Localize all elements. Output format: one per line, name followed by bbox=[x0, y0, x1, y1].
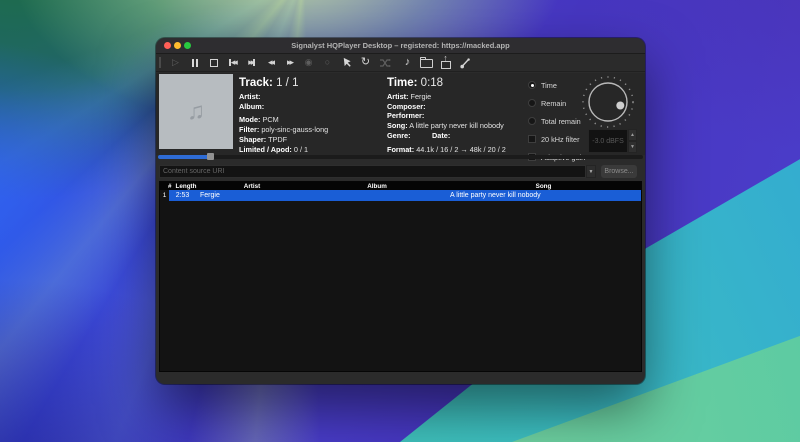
checkbox-20khz-filter[interactable]: 20 kHz filter bbox=[528, 130, 585, 148]
radio-icon bbox=[528, 81, 536, 89]
fast-forward-button[interactable]: ▸▸ bbox=[283, 56, 296, 70]
cell-album bbox=[308, 190, 446, 201]
uri-dropdown-button[interactable]: ▼ bbox=[586, 165, 596, 178]
radio-time[interactable]: Time bbox=[528, 76, 585, 94]
upload-button[interactable]: ↑ bbox=[439, 56, 452, 70]
toolbar: ▷ ◂◂ ▸▸ ◂◂ ▸▸ ◉ ○ ↻ ♪ ↑ bbox=[156, 54, 645, 72]
playlist-header: #Length Artist Album Song bbox=[160, 182, 641, 190]
display-options: Time Remain Total remain 20 kHz filter A… bbox=[528, 76, 585, 166]
upload-icon: ↑ bbox=[440, 56, 452, 69]
seek-fill bbox=[158, 155, 209, 159]
window-title: Signalyst HQPlayer Desktop – registered:… bbox=[156, 41, 645, 50]
album-art-placeholder: ♫ bbox=[159, 74, 233, 149]
remote-icon bbox=[459, 57, 471, 69]
open-folder-button[interactable] bbox=[420, 56, 433, 70]
cell-song: A little party never kill nobody bbox=[446, 190, 641, 201]
remote-button[interactable] bbox=[458, 56, 471, 70]
titlebar[interactable]: Signalyst HQPlayer Desktop – registered:… bbox=[156, 38, 645, 54]
play-button[interactable]: ▷ bbox=[169, 56, 182, 70]
record-button[interactable]: ◉ bbox=[302, 56, 315, 70]
volume-spinner[interactable]: ▲ ▼ bbox=[628, 129, 637, 153]
desktop-wallpaper: { "window_title": "Signalyst HQPlayer De… bbox=[0, 0, 800, 442]
stop-button[interactable] bbox=[207, 56, 220, 70]
checkbox-icon bbox=[528, 135, 536, 143]
next-track-button[interactable]: ▸▸ bbox=[245, 56, 258, 70]
cursor-icon bbox=[341, 57, 352, 68]
seek-handle[interactable] bbox=[207, 153, 214, 160]
track-info-column: Track: 1 / 1 Artist: Album: Mode: PCM Fi… bbox=[239, 77, 328, 154]
seek-slider[interactable] bbox=[158, 155, 643, 159]
chevron-down-icon: ▼ bbox=[589, 169, 594, 175]
cell-artist: Fergie bbox=[196, 190, 308, 201]
spinner-down-icon[interactable]: ▼ bbox=[628, 141, 637, 153]
volume-knob[interactable] bbox=[580, 74, 636, 135]
cell-length: 2:53 bbox=[169, 190, 196, 201]
folder-icon bbox=[420, 59, 433, 68]
column-header-album[interactable]: Album bbox=[308, 183, 446, 190]
radio-icon bbox=[528, 117, 536, 125]
monitor-button[interactable]: ○ bbox=[321, 56, 334, 70]
source-row: ▼ Browse... bbox=[159, 165, 642, 178]
stop-icon bbox=[210, 59, 218, 67]
time-info-column: Time: 0:18 Artist: Fergie Composer: Perf… bbox=[387, 77, 506, 154]
rewind-button[interactable]: ◂◂ bbox=[264, 56, 277, 70]
radio-icon bbox=[528, 99, 536, 107]
column-header-number[interactable]: #Length bbox=[160, 183, 196, 190]
load-track-button[interactable]: ♪ bbox=[401, 56, 414, 70]
playlist-row[interactable]: 1 2:53 Fergie A little party never kill … bbox=[160, 190, 641, 201]
knob-icon bbox=[580, 74, 636, 130]
shuffle-button[interactable] bbox=[378, 56, 391, 70]
radio-total-remain[interactable]: Total remain bbox=[528, 112, 585, 130]
browse-button[interactable]: Browse... bbox=[601, 165, 637, 178]
playlist: #Length Artist Album Song 1 2:53 Fergie … bbox=[159, 181, 642, 372]
follow-cursor-button[interactable] bbox=[340, 56, 353, 70]
hqplayer-window: Signalyst HQPlayer Desktop – registered:… bbox=[156, 38, 645, 384]
spinner-up-icon[interactable]: ▲ bbox=[628, 129, 637, 141]
row-number: 1 bbox=[160, 190, 169, 201]
volume-display: -3.0 dBFS bbox=[588, 129, 628, 153]
content-source-uri-input[interactable] bbox=[159, 165, 586, 178]
now-playing-panel: ♫ Track: 1 / 1 Artist: Album: Mode: PCM … bbox=[156, 73, 645, 155]
column-header-song[interactable]: Song bbox=[446, 183, 641, 190]
previous-track-button[interactable]: ◂◂ bbox=[226, 56, 239, 70]
shuffle-icon bbox=[379, 58, 391, 68]
radio-remain[interactable]: Remain bbox=[528, 94, 585, 112]
toolbar-handle[interactable] bbox=[159, 57, 161, 68]
music-note-icon: ♫ bbox=[187, 98, 205, 126]
pause-button[interactable] bbox=[188, 56, 201, 70]
column-header-artist[interactable]: Artist bbox=[196, 183, 308, 190]
repeat-button[interactable]: ↻ bbox=[359, 56, 372, 70]
